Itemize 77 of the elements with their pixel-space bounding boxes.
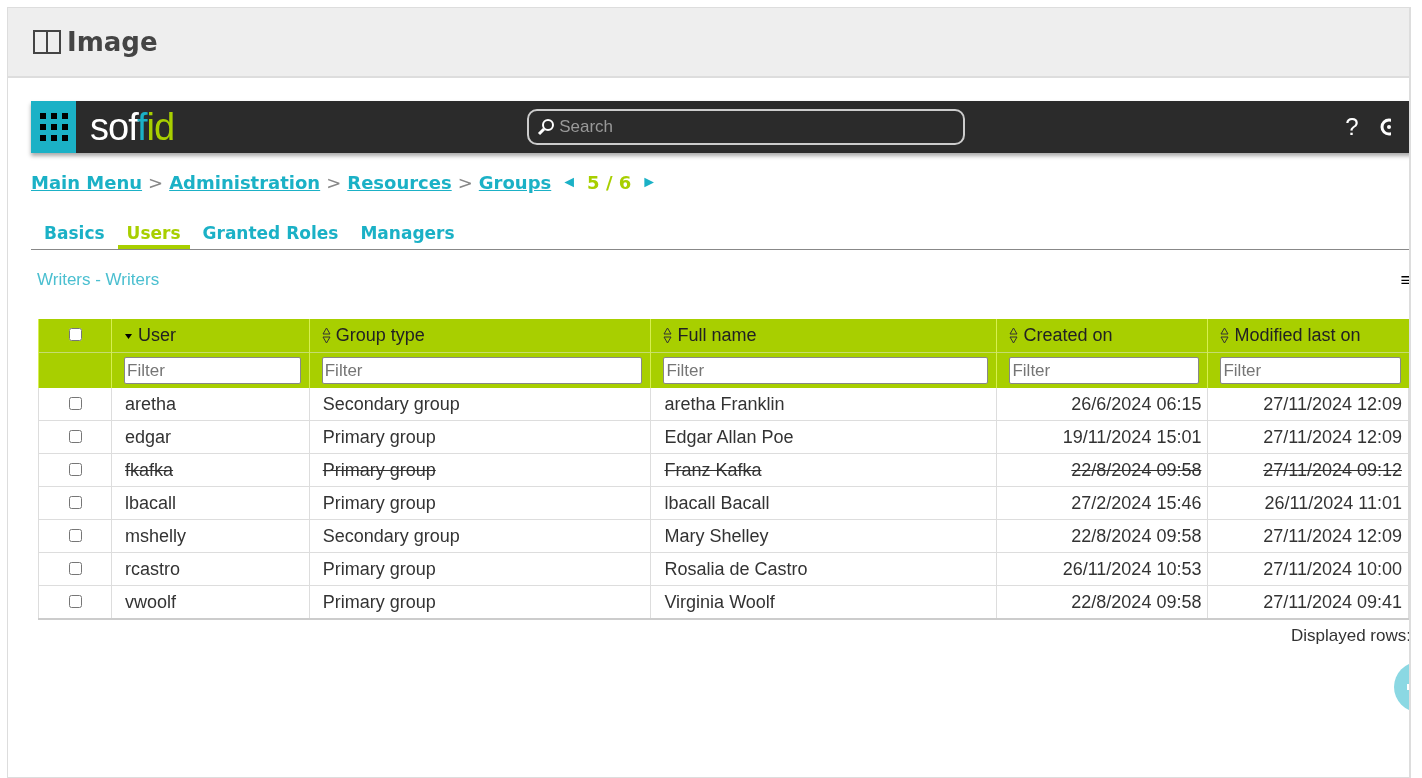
grid-icon [38,112,69,142]
filter-field[interactable]: Filter [321,357,643,384]
table-cell: 26/6/2024 06:15 [1071,393,1202,414]
table-cell: 22/8/2024 09:58 [1071,525,1202,546]
table-cell: Mary Shelley [664,525,769,546]
table-cell: 22/8/2024 09:58 [1071,459,1202,480]
row-checkbox[interactable] [69,396,82,410]
filter-field[interactable]: Filter [1220,357,1401,384]
table-cell: Rosalia de Castro [664,558,808,579]
table-cell: vwoolf [125,591,177,612]
tab[interactable]: Users [117,223,190,249]
soffid-logo: soffid [90,105,175,149]
group-name: Writers - Writers [37,270,160,290]
tab[interactable]: Managers [351,223,464,249]
filter-field[interactable]: Filter [1009,357,1200,384]
breadcrumb-link[interactable]: Groups [478,171,552,193]
tab[interactable]: Granted Roles [193,223,348,249]
row-checkbox[interactable] [69,561,82,575]
table-cell: 27/11/2024 09:41 [1263,591,1402,612]
table-cell: Primary group [322,459,436,480]
column-header[interactable]: Created on [996,319,1208,353]
table-cell: 19/11/2024 15:01 [1062,426,1202,447]
row-checkbox[interactable] [69,528,82,542]
table-cell: Primary group [322,426,436,447]
breadcrumb-separator: > [326,171,342,193]
breadcrumb-separator: > [457,171,473,193]
table-cell: edgar [125,426,172,447]
breadcrumb-separator: > [148,171,164,193]
table-cell: 27/2/2024 15:46 [1071,492,1202,513]
filter-field[interactable]: Filter [124,357,301,384]
table-cell: Primary group [322,492,436,513]
table-cell: Primary group [322,558,436,579]
table-cell: 27/11/2024 10:00 [1263,558,1402,579]
displayed-rows-label: Displayed rows: [1291,626,1409,646]
filter-field[interactable]: Filter [663,357,989,384]
table-cell: 26/11/2024 11:01 [1264,492,1402,513]
table-cell: rcastro [125,558,181,579]
row-checkbox[interactable] [69,594,82,608]
pager-count: 5 / 6 [587,171,632,193]
table-cell: 27/11/2024 09:12 [1263,459,1402,480]
table-cell: Franz Kafka [664,459,762,480]
table-cell: mshelly [125,525,187,546]
column-header[interactable]: Modified last on [1207,319,1409,353]
breadcrumb-link[interactable]: Main Menu [31,171,143,193]
table-cell: Virginia Woolf [664,591,775,612]
table-cell: lbacall Bacall [664,492,770,513]
table-cell: 26/11/2024 10:53 [1062,558,1202,579]
column-header[interactable]: Full name [650,319,997,353]
row-checkbox[interactable] [69,495,82,509]
help-button[interactable]: ? [1345,113,1359,141]
table-cell: Edgar Allan Poe [664,426,794,447]
search-field[interactable]: Search [527,109,966,145]
page-title: Image [67,27,158,57]
breadcrumb-link[interactable]: Resources [347,171,452,193]
previous-button[interactable]: ◄ [557,173,582,191]
table-cell: lbacall [125,492,177,513]
tab[interactable]: Basics [35,223,114,249]
table-cell: 27/11/2024 12:09 [1263,426,1402,447]
table-cell: aretha Franklin [664,393,785,414]
table-cell: 22/8/2024 09:58 [1071,591,1202,612]
column-header[interactable]: User [111,319,310,353]
table-cell: Secondary group [322,393,460,414]
breadcrumb-link[interactable]: Administration [169,171,321,193]
column-header[interactable]: Group type [309,319,651,353]
row-checkbox[interactable] [69,429,82,443]
search-icon [537,118,556,136]
table-cell: 27/11/2024 12:09 [1263,393,1402,414]
image-icon [33,30,61,54]
select-all-checkbox[interactable] [69,328,82,341]
table-cell: Primary group [322,591,436,612]
apps-menu-button[interactable] [31,101,76,153]
table-cell: 27/11/2024 12:09 [1263,525,1402,546]
next-button[interactable]: ► [637,173,662,191]
table-cell: fkafka [125,459,174,480]
table-cell: aretha [125,393,177,414]
row-checkbox[interactable] [69,462,82,476]
table-cell: Secondary group [322,525,460,546]
